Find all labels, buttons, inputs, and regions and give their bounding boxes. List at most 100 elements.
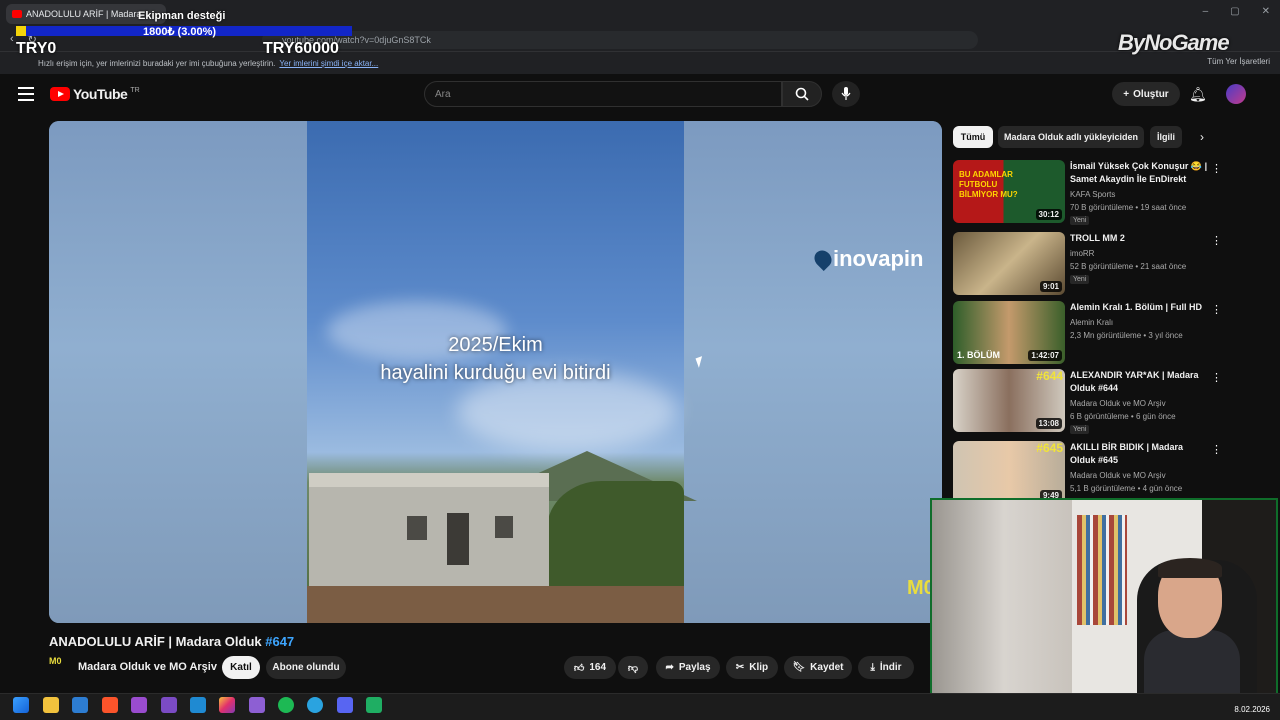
duration-badge: 9:01	[1039, 281, 1062, 292]
more-options-icon[interactable]: ⋮	[1211, 443, 1222, 456]
overlay-brand: ByNoGame	[1118, 30, 1230, 55]
download-button[interactable]: ⤓ İndir	[858, 656, 914, 679]
recommendation-item[interactable]: #645 9:49 AKILLI BİR BIDIK | Madara Oldu…	[953, 441, 1273, 505]
save-button[interactable]: 🔖︎ Kaydet	[784, 656, 852, 679]
donation-goal-max: TRY60000	[263, 40, 339, 57]
share-button[interactable]: ➦ Paylaş	[656, 656, 720, 679]
video-thumbnail[interactable]: 1. BÖLÜM 1:42:07	[953, 301, 1065, 364]
recommendation-channel[interactable]: Madara Olduk ve MO Arşiv	[1070, 471, 1166, 480]
import-bookmarks-link[interactable]: Yer imlerini şimdi içe aktar...	[279, 59, 378, 68]
recommendation-item[interactable]: BU ADAMLAR FUTBOLU BİLMİYOR MU? 30:12 İs…	[953, 160, 1273, 225]
bookmark-icon: 🔖︎	[792, 662, 806, 673]
clip-label: Klip	[749, 662, 769, 673]
discord-icon[interactable]	[337, 697, 353, 713]
brave-browser-icon[interactable]	[102, 697, 118, 713]
video-caption: 2025/Ekim hayalini kurduğu evi bitirdi	[307, 331, 684, 387]
youtube-favicon-icon	[12, 10, 22, 18]
video-thumbnail[interactable]: #645 9:49	[953, 441, 1065, 504]
download-label: İndir	[879, 662, 902, 673]
paint-icon[interactable]	[131, 697, 147, 713]
url-field[interactable]: youtube.com/watch?v=0djuGnS8TCk	[262, 31, 978, 49]
avatar[interactable]	[1226, 84, 1246, 104]
back-icon[interactable]: ‹	[10, 33, 14, 46]
webcam-person-hair	[1158, 558, 1222, 578]
all-bookmarks-button[interactable]: Tüm Yer İşaretleri	[1207, 57, 1270, 66]
recommendation-title[interactable]: Alemin Kralı 1. Bölüm | Full HD	[1070, 301, 1210, 314]
recommendation-item[interactable]: 9:01 TROLL MM 2 imoRR 52 B görüntüleme •…	[953, 232, 1273, 296]
youtube-logo[interactable]: YouTube TR	[50, 86, 140, 102]
recommendation-channel[interactable]: Alemin Kralı	[1070, 318, 1113, 327]
recommendation-title[interactable]: TROLL MM 2	[1070, 232, 1210, 245]
create-label: Oluştur	[1133, 88, 1169, 100]
hamburger-menu-icon[interactable]	[18, 87, 34, 101]
recommendation-channel[interactable]: KAFA Sports	[1070, 190, 1115, 199]
inovapin-watermark: inovapin	[810, 246, 924, 272]
video-thumbnail[interactable]: 9:01	[953, 232, 1065, 295]
region-code: TR	[130, 86, 140, 94]
close-icon[interactable]: ✕	[1262, 6, 1270, 17]
minimize-icon[interactable]: –	[1203, 6, 1209, 17]
channel-name[interactable]: Madara Olduk ve MO Arşiv	[78, 661, 217, 673]
more-options-icon[interactable]: ⋮	[1211, 303, 1222, 316]
webcam-overlay	[930, 498, 1278, 700]
join-button[interactable]: Katıl	[222, 656, 260, 679]
vscode-icon[interactable]	[190, 697, 206, 713]
more-options-icon[interactable]: ⋮	[1211, 371, 1222, 384]
chip-all[interactable]: Tümü	[953, 126, 993, 148]
watermark-text: inovapin	[833, 246, 924, 271]
more-options-icon[interactable]: ⋮	[1211, 234, 1222, 247]
windows-start-icon[interactable]	[13, 697, 29, 713]
subscribed-button[interactable]: Abone olundu	[266, 656, 346, 679]
house-window	[495, 516, 513, 538]
pen-app-icon[interactable]	[249, 697, 265, 713]
thumbnail-text: 1. BÖLÜM	[957, 350, 1001, 360]
hashtag-link[interactable]: #647	[265, 634, 294, 649]
like-button[interactable]: 👍︎ 164	[564, 656, 616, 679]
file-explorer-icon[interactable]	[43, 697, 59, 713]
dislike-button[interactable]: 👎︎	[618, 656, 648, 679]
recommendation-title[interactable]: AKILLI BİR BIDIK | Madara Olduk #645	[1070, 441, 1210, 467]
bookmarks-hint: Hızlı erişim için, yer imlerinizi burada…	[38, 58, 276, 68]
spotify-icon[interactable]	[278, 697, 294, 713]
taskbar-date: 8.02.2026	[1234, 705, 1270, 714]
recommendation-channel[interactable]: Madara Olduk ve MO Arşiv	[1070, 399, 1166, 408]
recommendation-item[interactable]: #644 13:08 ALEXANDIR YAR*AK | Madara Old…	[953, 369, 1273, 434]
download-icon: ⤓	[870, 662, 875, 673]
obs-app-icon[interactable]	[366, 697, 382, 713]
voice-search-button[interactable]	[832, 81, 860, 107]
photos-icon[interactable]	[72, 697, 88, 713]
clip-button[interactable]: ✂ Klip	[726, 656, 778, 679]
video-thumbnail[interactable]: #644 13:08	[953, 369, 1065, 432]
donation-goal-min: TRY0	[16, 40, 57, 57]
youtube-play-icon	[50, 87, 70, 101]
video-thumbnail[interactable]: BU ADAMLAR FUTBOLU BİLMİYOR MU? 30:12	[953, 160, 1065, 223]
recommendation-meta: 2,3 Mn görüntüleme • 3 yıl önce	[1070, 331, 1183, 340]
search-input[interactable]: Ara	[424, 81, 782, 107]
recommendation-title[interactable]: İsmail Yüksek Çok Konuşur 😂 | Samet Akay…	[1070, 160, 1210, 186]
chip-from-uploader[interactable]: Madara Olduk adlı yükleyiciden	[998, 126, 1144, 148]
thumbnail-text: #644	[1036, 369, 1063, 383]
channel-avatar[interactable]: M0	[49, 657, 69, 675]
maximize-icon[interactable]: ▢	[1230, 6, 1239, 17]
save-label: Kaydet	[810, 662, 844, 673]
window-controls: – ▢ ✕	[1203, 6, 1270, 17]
share-label: Paylaş	[678, 662, 711, 673]
recommendation-title[interactable]: ALEXANDIR YAR*AK | Madara Olduk #644	[1070, 369, 1210, 395]
chip-related[interactable]: İlgili	[1150, 126, 1182, 148]
bookmarks-bar: Hızlı erişim için, yer imlerinizi burada…	[0, 52, 1280, 74]
caption-line: hayalini kurduğu evi bitirdi	[380, 362, 611, 384]
duration-badge: 13:08	[1035, 418, 1062, 429]
chevron-right-icon[interactable]: ›	[1200, 130, 1204, 144]
recommendation-channel[interactable]: imoRR	[1070, 249, 1094, 258]
video-player[interactable]: 2025/Ekim hayalini kurduğu evi bitirdi i…	[49, 121, 942, 623]
telegram-icon[interactable]	[307, 697, 323, 713]
instagram-icon[interactable]	[219, 697, 235, 713]
create-button[interactable]: + Oluştur	[1112, 82, 1180, 106]
new-badge: Yeni	[1070, 216, 1090, 225]
more-options-icon[interactable]: ⋮	[1211, 162, 1222, 175]
visual-studio-icon[interactable]	[161, 697, 177, 713]
search-button[interactable]	[782, 81, 822, 107]
recommendation-item[interactable]: 1. BÖLÜM 1:42:07 Alemin Kralı 1. Bölüm |…	[953, 301, 1273, 365]
recommendation-meta: 5,1 B görüntüleme • 4 gün önce	[1070, 484, 1183, 493]
notifications-bell-icon[interactable]: 🔔︎	[1189, 86, 1207, 103]
